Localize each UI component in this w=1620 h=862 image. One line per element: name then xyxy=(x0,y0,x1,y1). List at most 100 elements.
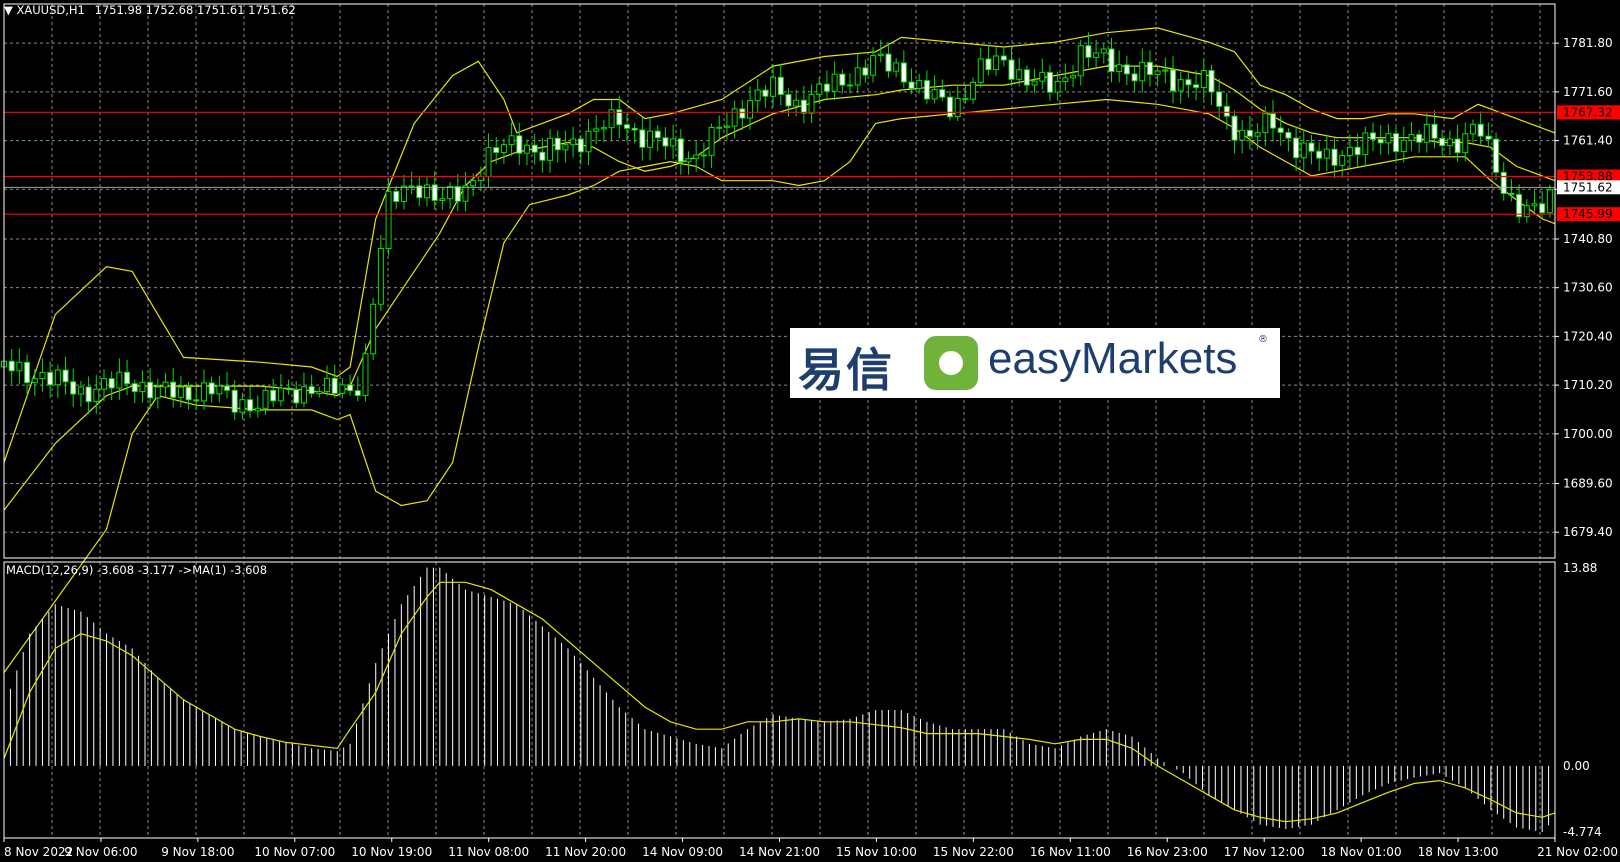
time-tick-label: 16 Nov 23:00 xyxy=(1127,845,1208,859)
candle-body-up xyxy=(1139,61,1146,82)
candle-body-up xyxy=(100,378,107,390)
candle-body-up xyxy=(262,389,269,409)
candle-body-down xyxy=(1231,115,1238,141)
candle-body-down xyxy=(1000,55,1007,61)
candle-body-up xyxy=(1177,79,1184,92)
dropdown-triangle-icon[interactable]: ▼ xyxy=(4,3,13,17)
candle-body-down xyxy=(785,93,792,107)
candle-body-up xyxy=(1346,146,1353,156)
candle-body-down xyxy=(1123,64,1130,75)
candle-body-down xyxy=(908,81,915,89)
candle-body-up xyxy=(1077,45,1084,77)
candle-body-down xyxy=(1185,79,1192,86)
candle-body-up xyxy=(1039,71,1046,82)
time-tick-label: 14 Nov 09:00 xyxy=(642,845,723,859)
candle-body-down xyxy=(1270,113,1276,129)
chart-frame xyxy=(3,3,1556,839)
time-tick-label: 15 Nov 10:00 xyxy=(836,845,917,859)
candle-body-up xyxy=(562,144,569,151)
time-tick-label: 17 Nov 12:00 xyxy=(1224,845,1305,859)
candle-body-up xyxy=(1462,133,1469,154)
candle-body-up xyxy=(277,387,284,402)
candle-body-up xyxy=(1362,132,1369,156)
candle-body-down xyxy=(1377,138,1384,144)
candle-body-up xyxy=(970,81,977,100)
candle-body-down xyxy=(8,360,15,372)
candle-body-down xyxy=(1046,71,1053,93)
candle-body-down xyxy=(516,135,523,154)
time-tick-label: 10 Nov 19:00 xyxy=(351,845,432,859)
candle-body-down xyxy=(1293,137,1300,159)
candle-body-up xyxy=(447,186,454,200)
candle-body-down xyxy=(531,144,538,153)
candle-body-up xyxy=(716,126,723,129)
candle-body-up xyxy=(931,89,938,100)
candle-body-up xyxy=(1300,142,1307,159)
candle-body-up xyxy=(1423,123,1430,143)
candle-body-up xyxy=(254,407,261,412)
candle-body-up xyxy=(1154,70,1161,76)
candle-body-up xyxy=(770,76,777,97)
ohlc-values: 1751.98 1752.68 1751.61 1751.62 xyxy=(94,3,296,17)
price-tick-label: 1781.80 xyxy=(1563,36,1613,50)
candle-body-down xyxy=(623,124,630,129)
candle-body-down xyxy=(700,154,707,157)
time-tick-label: 21 Nov 02:00 xyxy=(1537,845,1618,859)
candle-body-down xyxy=(1416,134,1423,143)
candle-body-down xyxy=(1493,138,1500,173)
macd-tick-label: -4.774 xyxy=(1563,825,1602,839)
candle-body-down xyxy=(1085,45,1092,58)
level-price-label: 1745.99 xyxy=(1563,207,1613,221)
time-tick-label: 8 Nov 2022 xyxy=(4,845,73,859)
candle-body-up xyxy=(1239,129,1246,141)
candle-body-up xyxy=(647,130,654,148)
candle-body-down xyxy=(654,130,661,139)
candle-body-up xyxy=(424,184,430,199)
candle-body-down xyxy=(231,389,238,413)
candle-body-down xyxy=(862,67,869,76)
candle-body-up xyxy=(1531,203,1538,207)
candle-body-down xyxy=(1246,129,1253,137)
time-tick-label: 9 Nov 18:00 xyxy=(161,845,234,859)
macd-histogram xyxy=(3,567,1556,832)
candle-body-up xyxy=(808,93,815,114)
candle-body-up xyxy=(77,386,84,395)
candle-body-up xyxy=(316,391,323,395)
candle-body-up xyxy=(377,248,384,305)
candle-body-down xyxy=(1500,171,1507,194)
candle-body-up xyxy=(1254,132,1261,137)
candle-body-down xyxy=(185,386,192,401)
candle-body-down xyxy=(739,108,746,119)
price-tick-label: 1730.60 xyxy=(1563,281,1613,295)
candle-body-down xyxy=(108,378,115,389)
time-tick-label: 14 Nov 21:00 xyxy=(739,845,820,859)
candle-body-down xyxy=(493,147,500,153)
candle-body-down xyxy=(677,138,684,163)
candle-body-up xyxy=(1200,69,1207,89)
candle-body-up xyxy=(500,144,507,153)
candle-body-up xyxy=(1162,69,1169,72)
candle-body-up xyxy=(324,377,331,393)
candle-body-up xyxy=(793,99,800,107)
candle-body-up xyxy=(1070,75,1077,79)
macd-tick-label: 13.88 xyxy=(1563,561,1597,575)
candle-body-up xyxy=(870,54,877,76)
candle-body-up xyxy=(1031,80,1038,86)
symbol-header: ▼ XAUUSD,H1 1751.98 1752.68 1751.61 1751… xyxy=(4,3,296,17)
candle-body-down xyxy=(923,80,930,100)
price-chart[interactable]: 1781.801771.601761.401751.201740.801730.… xyxy=(0,0,1620,862)
candle-body-up xyxy=(723,125,730,128)
candle-body-up xyxy=(854,67,861,86)
candle-body-up xyxy=(1062,77,1069,82)
candle-body-up xyxy=(216,385,223,395)
price-tick-label: 1700.00 xyxy=(1563,427,1613,441)
candle-body-down xyxy=(1331,148,1338,166)
candle-body-down xyxy=(639,129,646,148)
candle-body-up xyxy=(1523,205,1530,218)
price-tick-label: 1710.20 xyxy=(1563,378,1613,392)
candle-body-up xyxy=(154,386,161,399)
candle-body-down xyxy=(1193,84,1200,89)
time-tick-label: 11 Nov 08:00 xyxy=(448,845,529,859)
candle-body-down xyxy=(1131,73,1138,82)
candle-body-up xyxy=(200,382,207,402)
